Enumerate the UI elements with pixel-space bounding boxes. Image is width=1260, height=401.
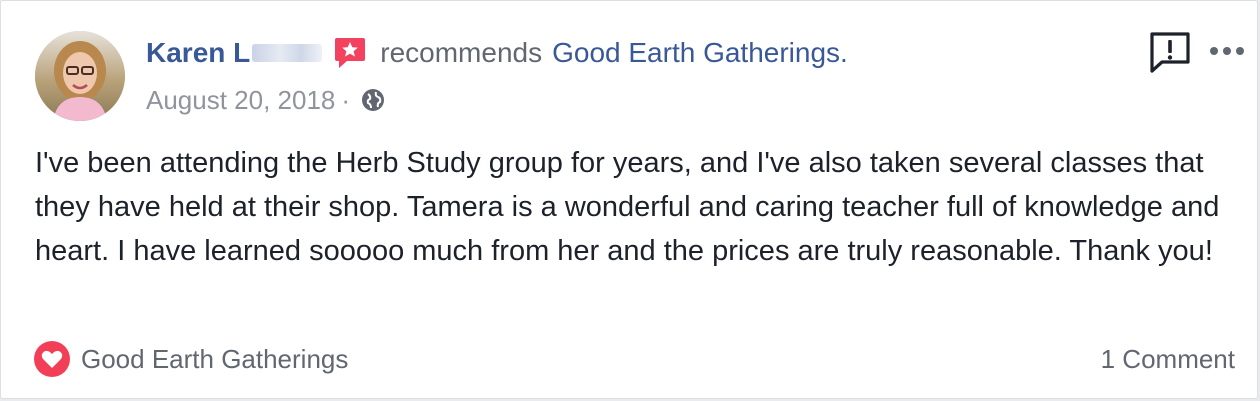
reaction-summary[interactable]: Good Earth Gatherings	[33, 339, 348, 379]
heart-icon	[34, 341, 70, 377]
recommendation-card: Karen L recommends Good Earth Gatherings…	[0, 0, 1258, 399]
post-header: Karen L recommends Good Earth Gatherings…	[146, 31, 848, 75]
avatar[interactable]	[35, 31, 125, 121]
action-text: recommends	[380, 37, 543, 68]
globe-icon[interactable]	[360, 87, 386, 113]
comments-count-link[interactable]: 1 Comment	[1101, 339, 1235, 379]
report-icon[interactable]	[1147, 29, 1193, 75]
post-meta: August 20, 2018 ·	[146, 83, 386, 117]
post-date[interactable]: August 20, 2018	[146, 85, 335, 116]
meta-separator: ·	[341, 84, 351, 115]
page-link[interactable]: Good Earth Gatherings.	[552, 37, 848, 69]
recommendation-star-icon	[335, 38, 366, 68]
more-options-icon[interactable]	[1207, 41, 1247, 61]
avatar-image	[35, 31, 125, 121]
redacted-name	[252, 44, 323, 62]
reaction-label: Good Earth Gatherings	[81, 343, 349, 374]
review-text: I've been attending the Herb Study group…	[35, 147, 1220, 267]
author-name[interactable]: Karen L	[146, 37, 250, 69]
